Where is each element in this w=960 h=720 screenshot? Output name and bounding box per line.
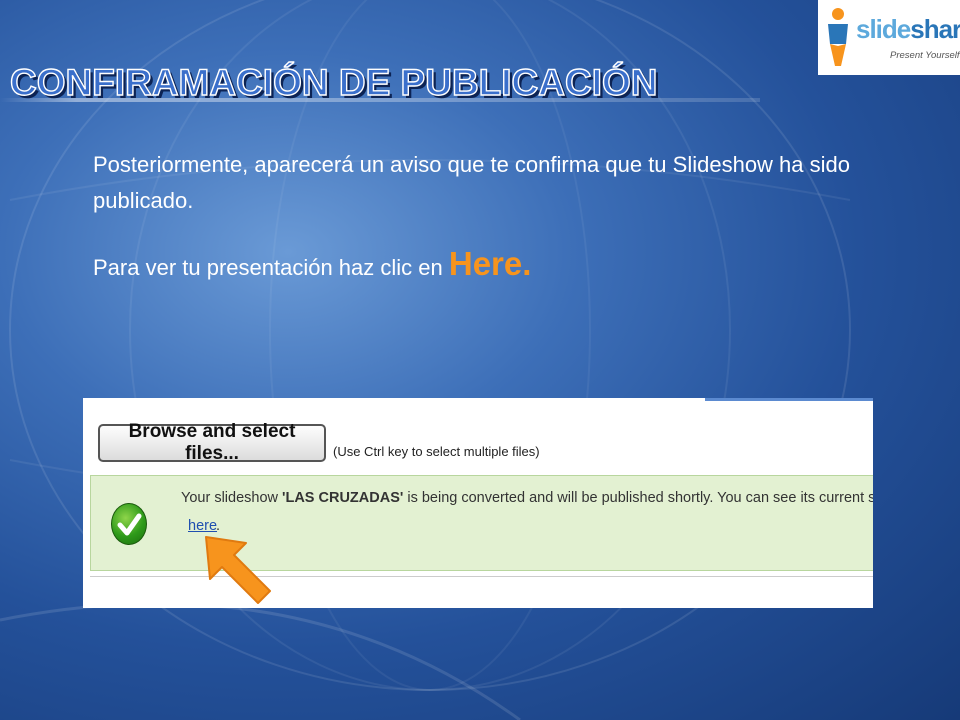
paragraph-instruction: Para ver tu presentación haz clic en Her… xyxy=(93,246,893,286)
browse-hint: (Use Ctrl key to select multiple files) xyxy=(333,444,540,459)
logo-wordmark: slideshare xyxy=(856,14,960,45)
here-highlight: Here. xyxy=(448,245,532,282)
logo-tagline: Present Yourself xyxy=(890,50,960,61)
checkmark-glyph xyxy=(117,513,142,536)
browse-files-button[interactable]: Browse and select files... xyxy=(98,421,326,464)
instruction-text: Para ver tu presentación haz clic en xyxy=(93,255,449,280)
background-globe xyxy=(0,0,851,720)
embedded-screenshot: Browse and select files... (Use Ctrl key… xyxy=(83,398,873,608)
slide-title: CONFIRAMACIÓN DE PUBLICACIÓN xyxy=(9,61,658,103)
notice-suffix: is being converted and will be published… xyxy=(403,490,873,506)
notice-prefix: Your slideshow xyxy=(181,490,283,506)
arrow-icon xyxy=(205,536,271,604)
logo-word-slide: slide xyxy=(856,14,911,44)
presenter-figure-icon xyxy=(828,8,848,66)
notice-message: Your slideshow 'LAS CRUZADAS' is being c… xyxy=(181,488,873,508)
logo-word-share: share xyxy=(910,14,960,44)
screenshot-top-border xyxy=(705,398,873,401)
slideshare-logo: slideshare Present Yourself xyxy=(818,0,960,75)
paragraph-intro: Posteriormente, aparecerá un aviso que t… xyxy=(93,152,850,213)
check-icon xyxy=(111,503,147,545)
notice-slideshow-name: 'LAS CRUZADAS' xyxy=(282,490,404,506)
